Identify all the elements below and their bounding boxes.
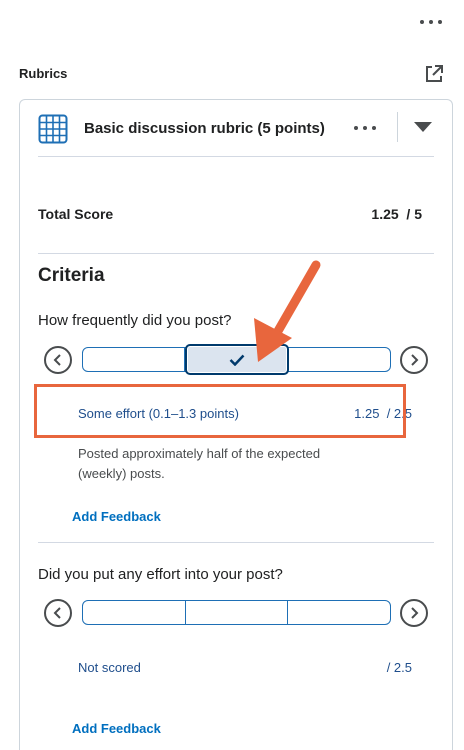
chevron-right-icon bbox=[411, 607, 419, 619]
previous-level-button[interactable] bbox=[44, 599, 72, 627]
grid-table-icon bbox=[38, 114, 68, 144]
divider bbox=[38, 253, 434, 254]
header-divider bbox=[397, 112, 398, 142]
level-segment-selected[interactable] bbox=[184, 344, 290, 375]
level-selector[interactable] bbox=[82, 344, 391, 375]
total-score-label: Total Score bbox=[38, 206, 114, 222]
criterion-question: Did you put any effort into your post? bbox=[38, 566, 283, 583]
rubric-card: Basic discussion rubric (5 points) Total… bbox=[19, 99, 453, 750]
previous-level-button[interactable] bbox=[44, 346, 72, 374]
rubric-title: Basic discussion rubric (5 points) bbox=[84, 120, 325, 137]
add-feedback-link[interactable]: Add Feedback bbox=[72, 721, 161, 736]
rubric-more-options-icon[interactable] bbox=[354, 125, 376, 131]
level-segment[interactable] bbox=[186, 601, 289, 624]
criteria-heading: Criteria bbox=[38, 265, 105, 286]
caret-down-icon[interactable] bbox=[414, 122, 432, 132]
level-segment[interactable] bbox=[83, 601, 186, 624]
level-segment[interactable] bbox=[288, 601, 390, 624]
level-name: Not scored bbox=[78, 660, 141, 675]
level-segment[interactable] bbox=[289, 348, 390, 371]
level-segment[interactable] bbox=[83, 348, 185, 371]
level-score: / 2.5 bbox=[386, 660, 412, 675]
total-score-value: 1.25 / 5 bbox=[371, 206, 422, 222]
level-selector[interactable] bbox=[82, 600, 391, 625]
next-level-button[interactable] bbox=[400, 346, 428, 374]
divider bbox=[38, 542, 434, 543]
divider bbox=[38, 156, 434, 157]
chevron-left-icon bbox=[53, 354, 61, 366]
checkmark-icon bbox=[229, 354, 245, 366]
section-title: Rubrics bbox=[19, 66, 68, 81]
criterion-question: How frequently did you post? bbox=[38, 312, 232, 329]
chevron-left-icon bbox=[53, 607, 61, 619]
more-options-icon[interactable] bbox=[420, 12, 442, 32]
add-feedback-link[interactable]: Add Feedback bbox=[72, 509, 161, 524]
rubric-header: Basic discussion rubric (5 points) bbox=[20, 100, 452, 156]
annotation-highlight bbox=[34, 384, 406, 438]
next-level-button[interactable] bbox=[400, 599, 428, 627]
external-link-icon[interactable] bbox=[424, 64, 444, 84]
chevron-right-icon bbox=[411, 354, 419, 366]
level-description: Posted approximately half of the expecte… bbox=[78, 446, 321, 481]
